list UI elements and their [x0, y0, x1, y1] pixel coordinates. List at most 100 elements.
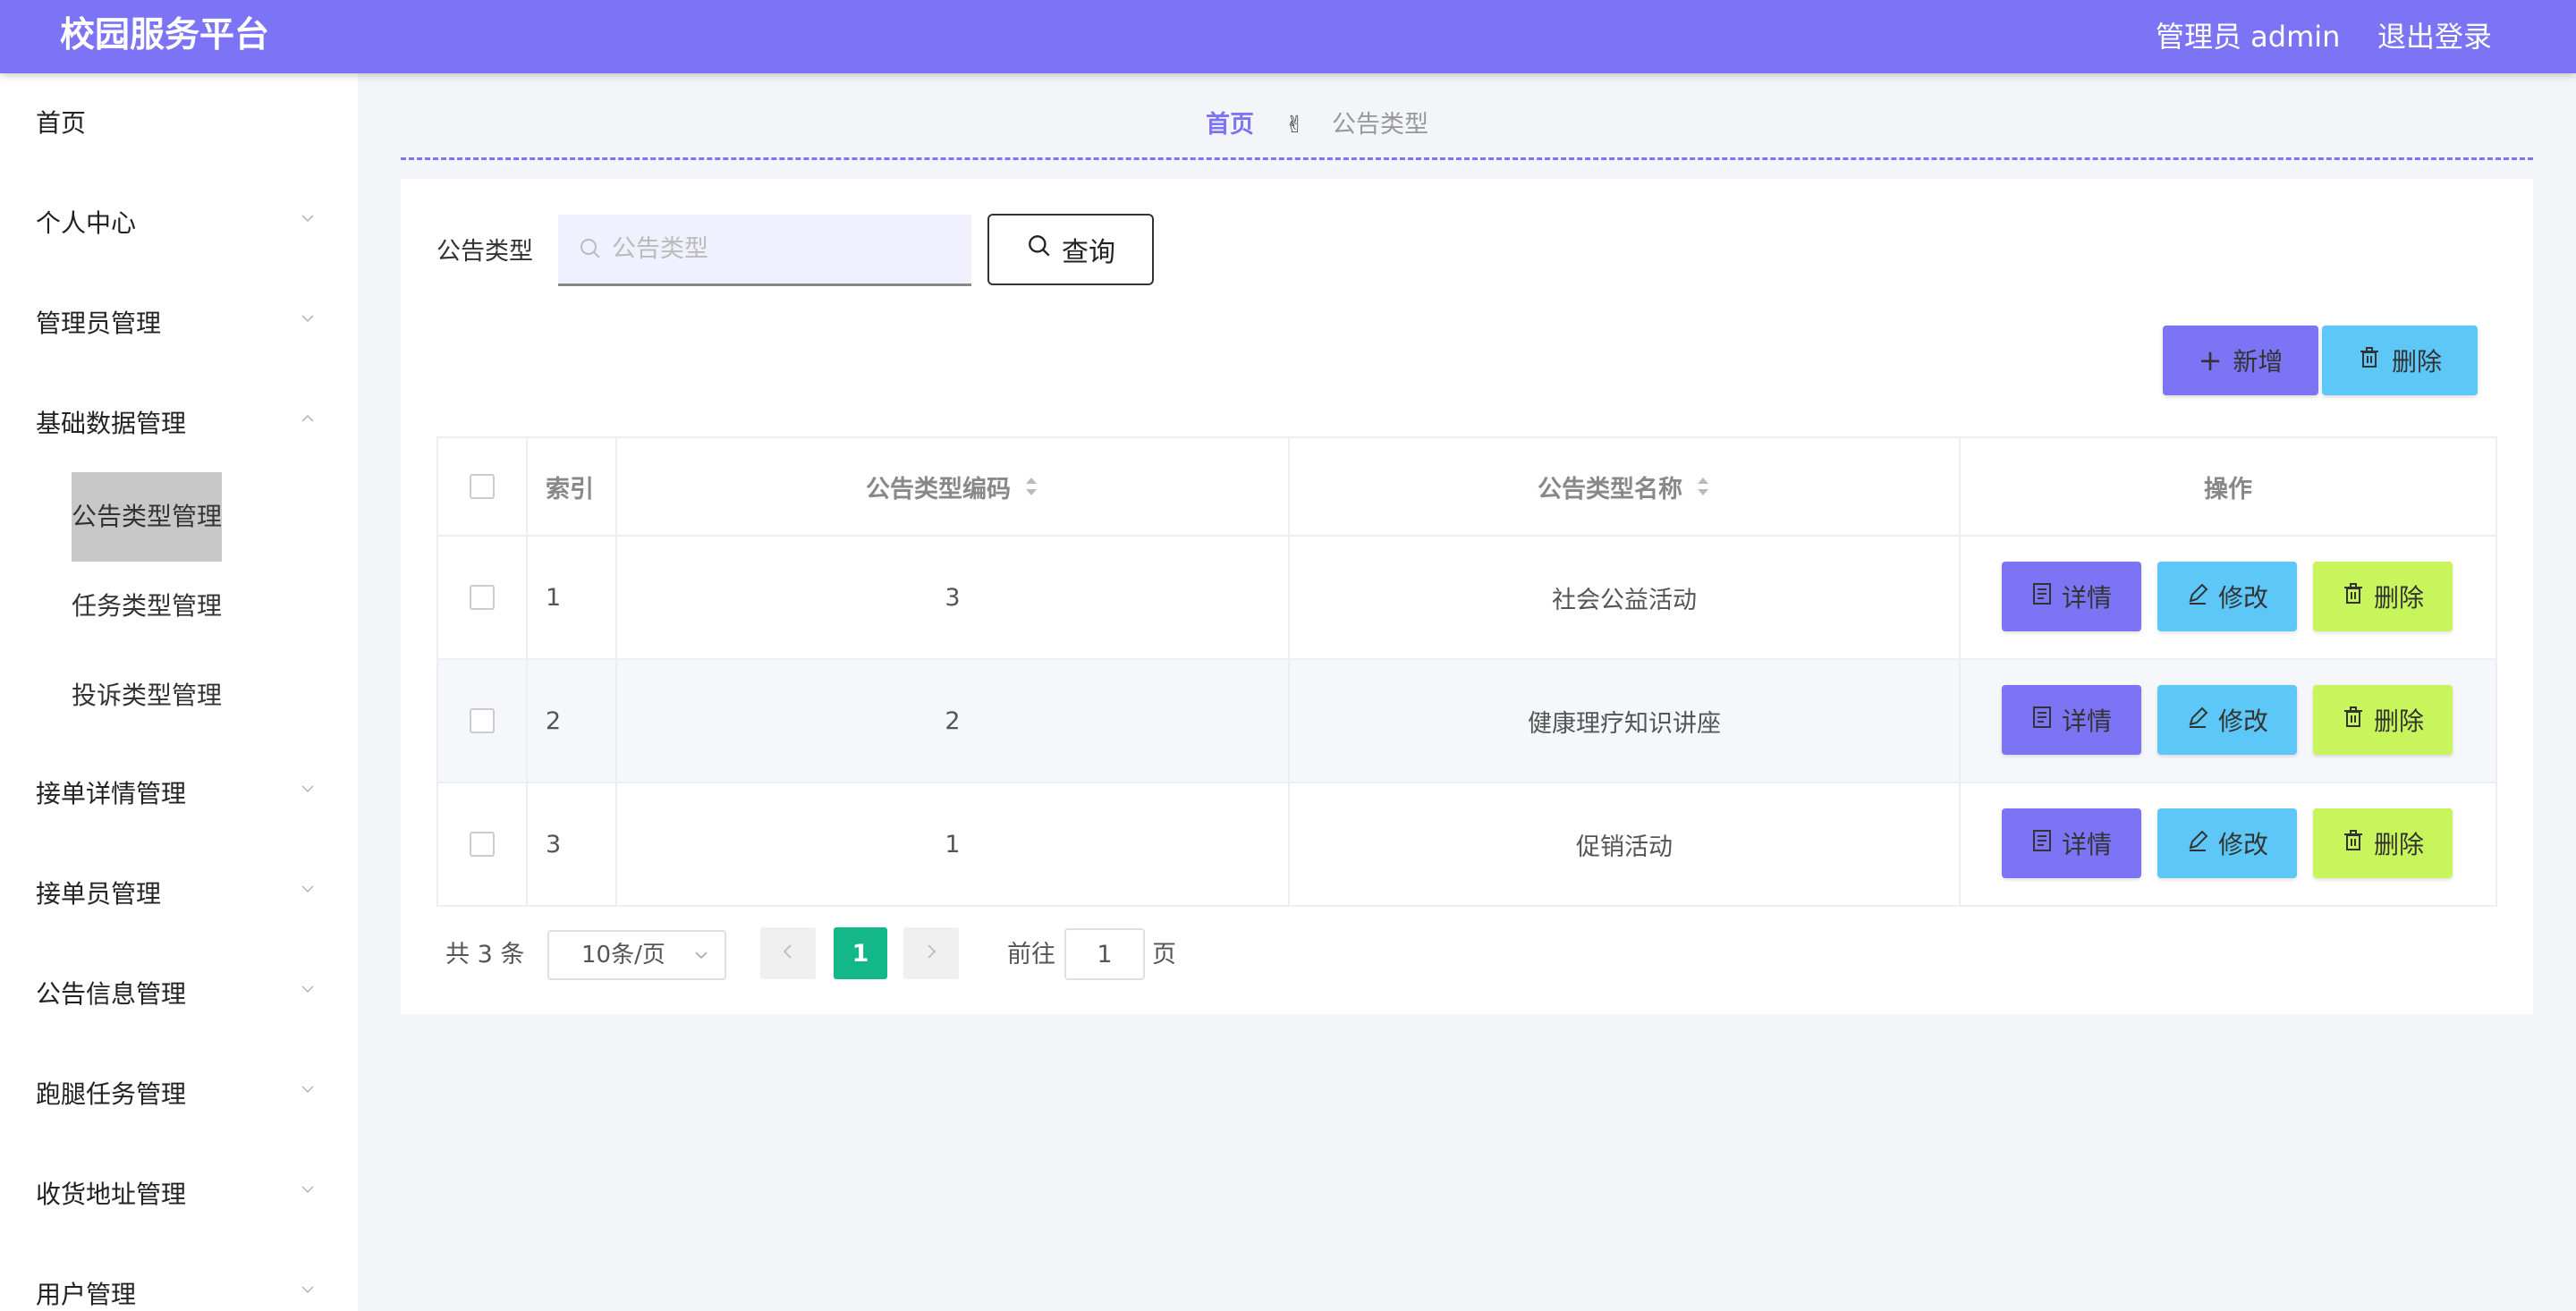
sidebar-subitem-label: 公告类型管理 — [72, 472, 222, 562]
sidebar-subitem-complaint-type[interactable]: 投诉类型管理 — [0, 651, 358, 740]
page-number-current[interactable]: 1 — [834, 927, 887, 979]
row-code: 2 — [617, 660, 1290, 782]
chevron-down-icon — [301, 782, 315, 796]
delete-button[interactable]: 删除 — [2313, 562, 2453, 631]
sidebar-item-label: 基础数据管理 — [36, 409, 187, 438]
logout-button[interactable]: 退出登录 — [2377, 16, 2492, 57]
goto-label: 前往 — [1007, 941, 1055, 968]
delete-button-label: 删除 — [2373, 706, 2424, 736]
sidebar-item-address-management[interactable]: 收货地址管理 — [0, 1159, 358, 1231]
add-button-label: 新增 — [2233, 347, 2284, 376]
app-title: 校园服务平台 — [60, 15, 270, 55]
table-row: 1 3 社会公益活动 详情 修改 删除 — [438, 537, 2496, 660]
sidebar-item-home[interactable]: 首页 — [0, 88, 358, 159]
trash-icon — [2342, 706, 2365, 735]
row-actions: 详情 修改 删除 — [1961, 783, 2496, 905]
table-row: 3 1 促销活动 详情 修改 删除 — [438, 783, 2496, 905]
document-icon — [2031, 829, 2053, 858]
select-all-checkbox[interactable] — [470, 474, 495, 499]
chevron-down-icon — [301, 1182, 315, 1197]
sidebar-item-user-management[interactable]: 用户管理 — [0, 1259, 358, 1311]
detail-button-label: 详情 — [2061, 706, 2112, 736]
row-code: 3 — [617, 537, 1290, 658]
sidebar-item-courier-management[interactable]: 接单员管理 — [0, 858, 358, 930]
header-name-label: 公告类型名称 — [1538, 475, 1682, 503]
header-checkbox-cell — [438, 438, 528, 535]
sidebar-item-admin-management[interactable]: 管理员管理 — [0, 288, 358, 359]
header-code[interactable]: 公告类型编码 — [617, 438, 1290, 535]
sidebar-subitem-notice-type[interactable]: 公告类型管理 — [0, 472, 358, 562]
search-input[interactable] — [558, 215, 971, 286]
breadcrumb: 首页 ✌ 公告类型 — [1206, 106, 1428, 145]
sort-icon — [1026, 478, 1037, 495]
header-name[interactable]: 公告类型名称 — [1290, 438, 1961, 535]
edit-button[interactable]: 修改 — [2157, 808, 2297, 878]
detail-button[interactable]: 详情 — [2002, 685, 2141, 755]
row-index: 2 — [528, 660, 617, 782]
detail-button-label: 详情 — [2061, 583, 2112, 613]
row-name: 健康理疗知识讲座 — [1290, 660, 1961, 782]
sidebar-item-personal-center[interactable]: 个人中心 — [0, 188, 358, 259]
bulk-delete-button[interactable]: 删除 — [2322, 326, 2478, 395]
chevron-down-icon — [301, 1282, 315, 1297]
sidebar-item-label: 用户管理 — [36, 1280, 137, 1309]
delete-button[interactable]: 删除 — [2313, 685, 2453, 755]
header-index: 索引 — [528, 438, 617, 535]
row-code: 1 — [617, 783, 1290, 905]
chevron-down-icon — [301, 982, 315, 996]
current-user-label: 管理员 admin — [2156, 20, 2341, 54]
header-code-label: 公告类型编码 — [866, 475, 1011, 503]
chevron-up-icon — [301, 411, 315, 426]
chevron-down-icon — [301, 211, 315, 225]
edit-button-label: 修改 — [2217, 830, 2268, 859]
chevron-left-icon — [781, 943, 795, 964]
sidebar-subitem-label: 投诉类型管理 — [72, 681, 223, 710]
search-icon — [1026, 233, 1053, 266]
table-header-row: 索引 公告类型编码 公告类型名称 操作 — [438, 438, 2496, 537]
edit-button-label: 修改 — [2217, 706, 2268, 736]
page-size-select[interactable]: 10条/页 — [547, 930, 726, 980]
row-actions: 详情 修改 删除 — [1961, 537, 2496, 658]
edit-button[interactable]: 修改 — [2157, 562, 2297, 631]
row-name: 促销活动 — [1290, 783, 1961, 905]
sidebar-item-errand-task-management[interactable]: 跑腿任务管理 — [0, 1059, 358, 1130]
delete-button-label: 删除 — [2373, 583, 2424, 613]
chevron-down-icon — [301, 1082, 315, 1096]
sidebar: 首页 个人中心 管理员管理 基础数据管理 公告类型管理 任务类型管理 投诉类型管… — [0, 73, 358, 1311]
table-row: 2 2 健康理疗知识讲座 详情 修改 删除 — [438, 660, 2496, 783]
add-button[interactable]: + 新增 — [2163, 326, 2318, 395]
victory-hand-icon: ✌ — [1284, 112, 1305, 139]
sidebar-item-label: 管理员管理 — [36, 309, 162, 338]
trash-icon — [2358, 346, 2381, 376]
query-button[interactable]: 查询 — [987, 214, 1154, 285]
row-index: 3 — [528, 783, 617, 905]
row-checkbox[interactable] — [470, 585, 495, 610]
delete-button[interactable]: 删除 — [2313, 808, 2453, 878]
sidebar-item-base-data-management[interactable]: 基础数据管理 — [0, 388, 358, 460]
document-icon — [2031, 582, 2053, 612]
page-size-value: 10条/页 — [581, 942, 665, 968]
breadcrumb-home[interactable]: 首页 — [1206, 111, 1254, 139]
prev-page-button[interactable] — [760, 927, 816, 979]
pencil-icon — [2186, 706, 2209, 735]
row-index: 1 — [528, 537, 617, 658]
chevron-down-icon — [301, 882, 315, 896]
chevron-right-icon — [924, 943, 938, 964]
detail-button[interactable]: 详情 — [2002, 562, 2141, 631]
query-button-label: 查询 — [1062, 237, 1115, 268]
sidebar-item-label: 收货地址管理 — [36, 1180, 187, 1209]
row-actions: 详情 修改 删除 — [1961, 660, 2496, 782]
row-checkbox[interactable] — [470, 832, 495, 857]
sidebar-item-order-detail-management[interactable]: 接单详情管理 — [0, 758, 358, 830]
sidebar-item-label: 个人中心 — [36, 208, 137, 238]
edit-button[interactable]: 修改 — [2157, 685, 2297, 755]
notice-type-table: 索引 公告类型编码 公告类型名称 操作 1 3 社会公益活动 详情 修改 删除 … — [436, 436, 2497, 907]
next-page-button[interactable] — [903, 927, 959, 979]
pencil-icon — [2186, 582, 2209, 612]
sidebar-item-label: 跑腿任务管理 — [36, 1079, 187, 1109]
sidebar-subitem-task-type[interactable]: 任务类型管理 — [0, 562, 358, 651]
detail-button[interactable]: 详情 — [2002, 808, 2141, 878]
sidebar-item-notice-management[interactable]: 公告信息管理 — [0, 959, 358, 1030]
row-checkbox[interactable] — [470, 708, 495, 733]
goto-page-input[interactable] — [1064, 928, 1145, 980]
